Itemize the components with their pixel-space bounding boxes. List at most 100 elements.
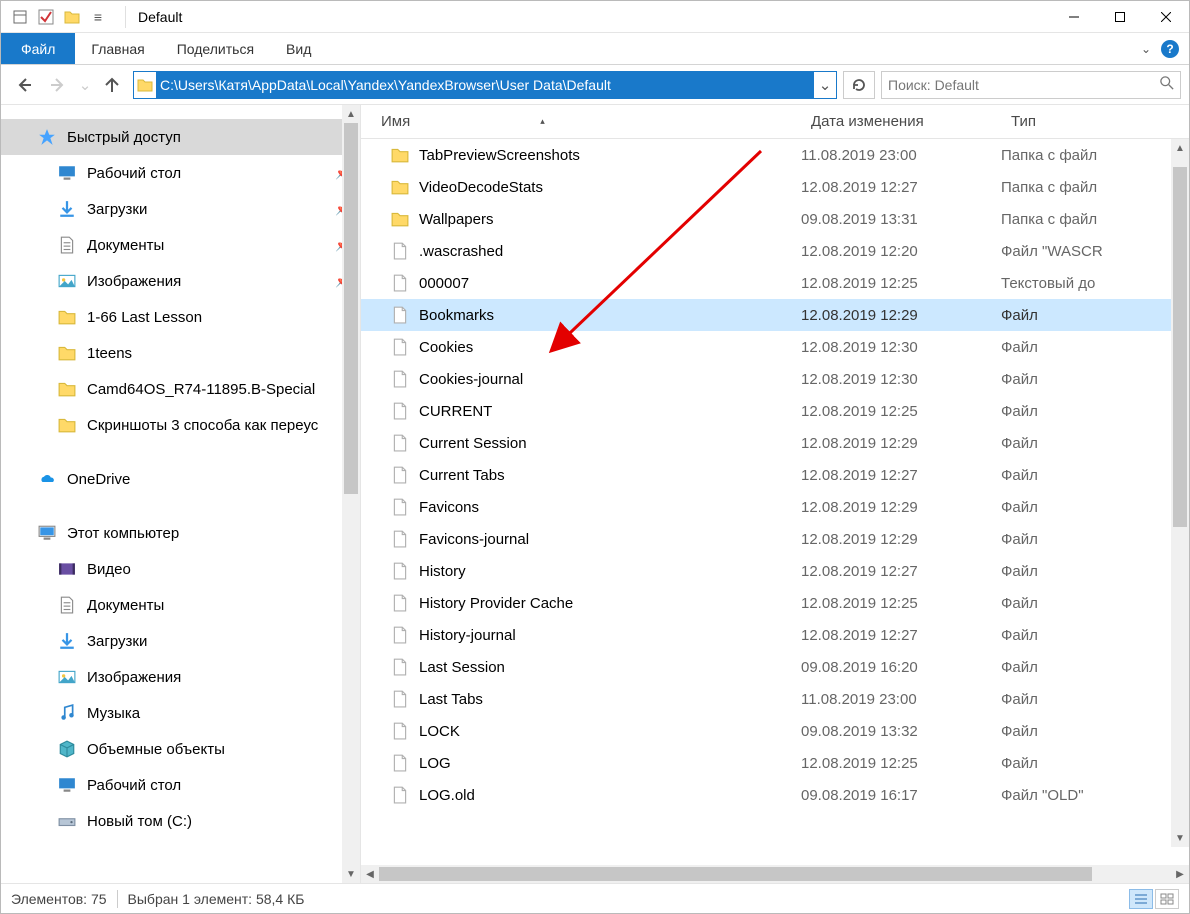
view-large-button[interactable] [1155, 889, 1179, 909]
qat-folder-icon[interactable] [61, 6, 83, 28]
file-icon [391, 498, 409, 516]
file-row[interactable]: History-journal12.08.2019 12:27Файл [361, 619, 1189, 651]
sidebar-quick-item-5[interactable]: 1teens [1, 335, 360, 371]
sidebar-pc-item-3[interactable]: Изображения [1, 659, 360, 695]
scroll-left-icon[interactable]: ◀ [361, 869, 379, 880]
scrollbar-thumb[interactable] [344, 123, 358, 494]
ribbon-tab-home[interactable]: Главная [75, 33, 160, 64]
sidebar-pc-item-5[interactable]: Объемные объекты [1, 731, 360, 767]
file-row[interactable]: CURRENT12.08.2019 12:25Файл [361, 395, 1189, 427]
sidebar-this-pc[interactable]: Этот компьютер [1, 515, 360, 551]
file-row[interactable]: 00000712.08.2019 12:25Текстовый до [361, 267, 1189, 299]
folder-icon [57, 415, 77, 435]
sidebar-quick-item-2[interactable]: Документы📌 [1, 227, 360, 263]
sidebar-quick-item-6[interactable]: Camd64OS_R74-11895.B-Special [1, 371, 360, 407]
sidebar-quick-item-7[interactable]: Скриншоты 3 способа как переус [1, 407, 360, 443]
file-icon [391, 530, 409, 548]
minimize-button[interactable] [1051, 1, 1097, 32]
sidebar-pc-item-6[interactable]: Рабочий стол [1, 767, 360, 803]
sidebar-pc-item-0[interactable]: Видео [1, 551, 360, 587]
sidebar-onedrive[interactable]: OneDrive [1, 461, 360, 497]
file-row[interactable]: LOG.old09.08.2019 16:17Файл "OLD" [361, 779, 1189, 811]
folder-icon [391, 210, 409, 228]
file-row[interactable]: History Provider Cache12.08.2019 12:25Фа… [361, 587, 1189, 619]
scrollbar-thumb[interactable] [1173, 167, 1187, 527]
file-row[interactable]: LOCK09.08.2019 13:32Файл [361, 715, 1189, 747]
refresh-button[interactable] [843, 71, 875, 99]
file-row[interactable]: Current Session12.08.2019 12:29Файл [361, 427, 1189, 459]
scroll-down-icon[interactable]: ▼ [1171, 829, 1189, 847]
ribbon-tab-view[interactable]: Вид [270, 33, 327, 64]
file-row[interactable]: Favicons12.08.2019 12:29Файл [361, 491, 1189, 523]
maximize-button[interactable] [1097, 1, 1143, 32]
search-icon[interactable] [1160, 76, 1174, 93]
address-dropdown-icon[interactable]: ⌄ [814, 76, 836, 94]
sidebar-quick-item-3[interactable]: Изображения📌 [1, 263, 360, 299]
address-bar[interactable]: C:\Users\Катя\AppData\Local\Yandex\Yande… [133, 71, 837, 99]
sidebar-pc-item-4[interactable]: Музыка [1, 695, 360, 731]
file-row[interactable]: LOG12.08.2019 12:25Файл [361, 747, 1189, 779]
file-row[interactable]: Current Tabs12.08.2019 12:27Файл [361, 459, 1189, 491]
address-path[interactable]: C:\Users\Катя\AppData\Local\Yandex\Yande… [156, 72, 814, 98]
file-type: Файл [1001, 499, 1189, 516]
search-box[interactable]: Поиск: Default [881, 71, 1181, 99]
ribbon-tab-file[interactable]: Файл [1, 33, 75, 64]
column-type[interactable]: Тип [1001, 105, 1189, 138]
file-row[interactable]: History12.08.2019 12:27Файл [361, 555, 1189, 587]
file-row[interactable]: TabPreviewScreenshots11.08.2019 23:00Пап… [361, 139, 1189, 171]
file-type: Файл [1001, 691, 1189, 708]
file-row[interactable]: Cookies-journal12.08.2019 12:30Файл [361, 363, 1189, 395]
help-icon[interactable]: ? [1161, 40, 1179, 58]
file-date: 09.08.2019 16:20 [801, 659, 1001, 676]
scroll-up-icon[interactable]: ▲ [342, 105, 360, 123]
file-row[interactable]: .wascrashed12.08.2019 12:20Файл "WASCR [361, 235, 1189, 267]
scrollbar-thumb[interactable] [379, 867, 1092, 881]
file-date: 12.08.2019 12:29 [801, 435, 1001, 452]
qat-properties-icon[interactable] [9, 6, 31, 28]
ribbon-tab-share[interactable]: Поделиться [161, 33, 270, 64]
qat-dropdown-icon[interactable]: ≡ [87, 6, 109, 28]
file-row[interactable]: Cookies12.08.2019 12:30Файл [361, 331, 1189, 363]
column-date[interactable]: Дата изменения [801, 105, 1001, 138]
column-name[interactable]: Имя▴ [361, 105, 801, 138]
scroll-down-icon[interactable]: ▼ [342, 865, 360, 883]
file-row[interactable]: Last Session09.08.2019 16:20Файл [361, 651, 1189, 683]
file-row[interactable]: VideoDecodeStats12.08.2019 12:27Папка с … [361, 171, 1189, 203]
ribbon-collapse-icon[interactable]: ⌄ [1137, 38, 1155, 60]
nav-item-label: Скриншоты 3 способа как переус [87, 417, 318, 434]
file-type: Файл [1001, 371, 1189, 388]
scroll-right-icon[interactable]: ▶ [1171, 869, 1189, 880]
file-name: CURRENT [419, 403, 492, 420]
forward-button[interactable] [43, 70, 73, 100]
file-row[interactable]: Wallpapers09.08.2019 13:31Папка с файл [361, 203, 1189, 235]
recent-dropdown-icon[interactable]: ⌄ [77, 70, 93, 100]
file-date: 09.08.2019 13:31 [801, 211, 1001, 228]
qat-checkbox-icon[interactable] [35, 6, 57, 28]
close-button[interactable] [1143, 1, 1189, 32]
file-name: TabPreviewScreenshots [419, 147, 580, 164]
file-row[interactable]: Bookmarks12.08.2019 12:29Файл [361, 299, 1189, 331]
sidebar-quick-item-1[interactable]: Загрузки📌 [1, 191, 360, 227]
sidebar-quick-item-4[interactable]: 1-66 Last Lesson [1, 299, 360, 335]
file-date: 12.08.2019 12:27 [801, 179, 1001, 196]
file-icon [391, 690, 409, 708]
sidebar-quick-access[interactable]: Быстрый доступ [1, 119, 360, 155]
back-button[interactable] [9, 70, 39, 100]
sidebar-pc-item-1[interactable]: Документы [1, 587, 360, 623]
view-details-button[interactable] [1129, 889, 1153, 909]
file-date: 12.08.2019 12:20 [801, 243, 1001, 260]
up-button[interactable] [97, 70, 127, 100]
sidebar-pc-item-2[interactable]: Загрузки [1, 623, 360, 659]
sidebar-pc-item-7[interactable]: Новый том (C:) [1, 803, 360, 839]
sidebar-quick-item-0[interactable]: Рабочий стол📌 [1, 155, 360, 191]
file-type: Файл [1001, 403, 1189, 420]
file-row[interactable]: Favicons-journal12.08.2019 12:29Файл [361, 523, 1189, 555]
navpane-scrollbar[interactable]: ▲ ▼ [342, 105, 360, 883]
file-name: Cookies [419, 339, 473, 356]
file-type: Файл [1001, 339, 1189, 356]
filelist-hscrollbar[interactable]: ◀ ▶ [361, 865, 1189, 883]
file-row[interactable]: Last Tabs11.08.2019 23:00Файл [361, 683, 1189, 715]
filelist-vscrollbar[interactable]: ▲ ▼ [1171, 139, 1189, 847]
scroll-up-icon[interactable]: ▲ [1171, 139, 1189, 157]
file-date: 11.08.2019 23:00 [801, 147, 1001, 164]
